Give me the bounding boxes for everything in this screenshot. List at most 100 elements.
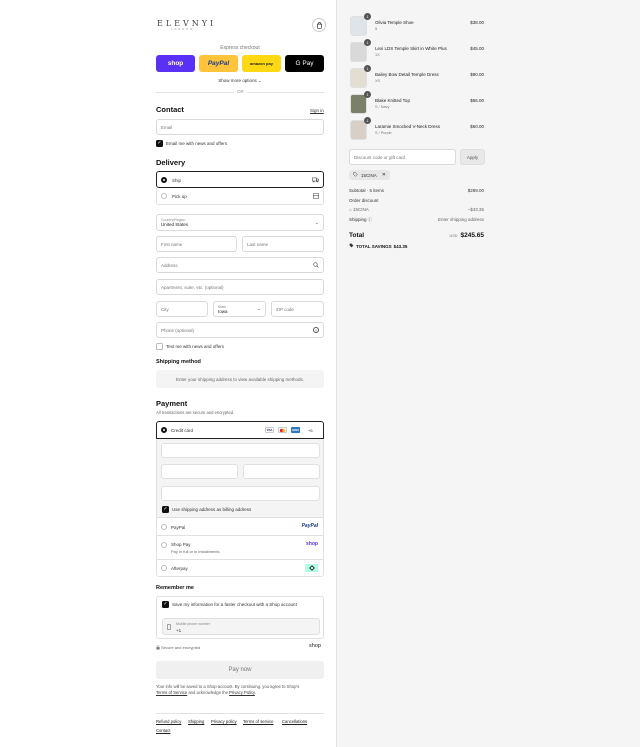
shipping-method-heading: Shipping method [156, 359, 201, 365]
footer-privacy-link[interactable]: Privacy policy [211, 719, 237, 724]
mobile-phone-value: +1 [176, 628, 182, 633]
or-label: OR [234, 89, 247, 94]
item-price: $45.00 [470, 46, 484, 51]
more-cards-label: +6 [308, 428, 313, 433]
item-name: Laramie Smocked V-Neck Dress [375, 124, 441, 129]
text-news-label: Text me with news and offers [166, 344, 224, 349]
paypal-label: PayPal [171, 525, 186, 530]
sign-in-link[interactable]: Sign in [310, 108, 324, 113]
item-variant: S / Navy [375, 105, 390, 109]
state-select[interactable]: State Iowa ⌄ [213, 301, 266, 317]
order-discount-label: Order discount [349, 198, 379, 203]
shop-pay-option[interactable]: Shop Pay Pay in full or in installments … [156, 536, 324, 560]
terms-link[interactable]: Terms of Service [156, 690, 187, 695]
pickup-label: Pick up [172, 194, 187, 199]
shop-pay-radio[interactable] [161, 542, 167, 548]
paypal-button[interactable]: PayPal [199, 55, 238, 72]
item-qty-badge: 1 [364, 13, 371, 20]
total-savings-label: TOTAL SAVINGS [356, 243, 392, 249]
ship-option[interactable]: Ship [156, 171, 324, 188]
discount-code-name: 15CINA [352, 207, 369, 212]
tag-icon [353, 171, 358, 179]
privacy-link[interactable]: Privacy Policy [229, 690, 255, 695]
total-label: Total [349, 232, 365, 239]
discount-tag-code: 15CINA [361, 172, 377, 178]
paypal-radio[interactable] [161, 524, 167, 530]
store-icon [312, 193, 320, 201]
afterpay-radio[interactable] [161, 565, 167, 571]
card-cvv-field[interactable] [243, 464, 320, 479]
last-name-field[interactable]: Last name [242, 236, 324, 252]
currency-label: USD [449, 234, 458, 238]
amex-icon: AMEX [291, 427, 300, 433]
country-select[interactable]: Country/Region United States ⌄ [156, 214, 324, 231]
bag-icon[interactable] [312, 18, 326, 32]
footer-shipping-link[interactable]: Shipping [188, 719, 204, 724]
legal-end: . [254, 690, 257, 695]
help-icon[interactable]: ⓘ [368, 217, 372, 222]
footer-divider [156, 713, 324, 714]
billing-checkbox[interactable]: ✓ [162, 506, 169, 513]
shop-pay-sublabel: Pay in full or in installments [171, 549, 220, 554]
shipping-method-note: Enter your shipping address to view avai… [156, 370, 324, 388]
city-field[interactable]: City [156, 301, 208, 317]
item-qty-badge: 1 [364, 65, 371, 72]
zip-field[interactable]: ZIP code [271, 301, 324, 317]
brand-logo-sub: LONDON [171, 28, 194, 31]
legal-line: Your info will be saved to a Shop accoun… [156, 684, 300, 689]
show-more-options[interactable]: Show more options ⌄ [156, 78, 324, 84]
total-row: Total USD $245.65 [349, 232, 484, 239]
ship-radio[interactable] [161, 177, 167, 183]
address-field[interactable]: Address [156, 257, 324, 273]
pickup-option[interactable]: Pick up [156, 188, 324, 205]
checkout-form-panel: ELEVNYI LONDON Express checkout shop Pay… [0, 0, 336, 747]
truck-icon [312, 177, 319, 185]
contact-heading: Contact [156, 105, 184, 114]
item-qty-badge: 1 [364, 91, 371, 98]
paypal-option[interactable]: PayPal PayPal [156, 518, 324, 536]
close-icon[interactable]: ✕ [382, 172, 386, 178]
text-news-checkbox[interactable] [156, 343, 163, 350]
card-number-field[interactable] [161, 443, 320, 458]
chevron-down-icon: ⌄ [314, 220, 319, 226]
discount-code-field[interactable]: Discount code or gift card [349, 149, 456, 165]
footer-terms-link[interactable]: Terms of service [243, 719, 273, 724]
shop-pay-button[interactable]: shop [156, 55, 195, 72]
shipping-label: Shipping ⓘ [349, 217, 372, 223]
pay-now-button[interactable]: Pay now [156, 661, 324, 679]
apartment-field[interactable]: Apartment, suite, etc. (optional) [156, 279, 324, 295]
mobile-phone-field[interactable]: Mobile phone number +1 [162, 618, 320, 635]
shop-pay-logo: shop [306, 541, 318, 547]
item-price: $90.00 [470, 72, 484, 77]
discount-code-label: ⌂ 15CINA [349, 207, 369, 212]
amazon-pay-button[interactable]: amazon pay [242, 55, 281, 72]
pickup-radio[interactable] [161, 193, 167, 199]
remember-heading: Remember me [156, 585, 194, 591]
footer-refund-link[interactable]: Refund policy [156, 719, 181, 724]
news-checkbox[interactable]: ✓ [156, 140, 163, 147]
first-name-field[interactable]: First name [156, 236, 237, 252]
phone-field[interactable]: Phone (optional) ? [156, 322, 324, 338]
apply-button[interactable]: Apply [460, 149, 485, 165]
credit-card-option[interactable]: Credit card VISA AMEX +6 [156, 421, 324, 439]
item-variant: S / Purple [375, 131, 392, 135]
shipping-value: Enter shipping address [437, 217, 484, 222]
ship-label: Ship [172, 178, 182, 183]
card-expiry-field[interactable] [161, 464, 238, 479]
card-name-field[interactable] [161, 486, 320, 501]
news-label: Email me with news and offers [166, 141, 227, 146]
item-name: Olivia Temple Shoe [375, 20, 414, 25]
afterpay-option[interactable]: Afterpay [156, 560, 324, 577]
credit-card-radio[interactable] [161, 427, 167, 433]
order-summary-panel [336, 0, 640, 747]
help-icon[interactable]: ? [313, 327, 319, 333]
footer-cancellations-link[interactable]: Cancellations [282, 719, 307, 724]
save-info-checkbox[interactable]: ✓ [162, 601, 169, 608]
email-field[interactable]: Email [156, 119, 324, 135]
footer-contact-link[interactable]: Contact [156, 728, 170, 733]
credit-card-label: Credit card [171, 428, 194, 433]
brand-logo[interactable]: ELEVNYI [157, 19, 216, 28]
google-pay-button[interactable]: G Pay [285, 55, 324, 72]
shipping-label-text: Shipping [349, 217, 367, 222]
afterpay-icon [305, 564, 318, 572]
